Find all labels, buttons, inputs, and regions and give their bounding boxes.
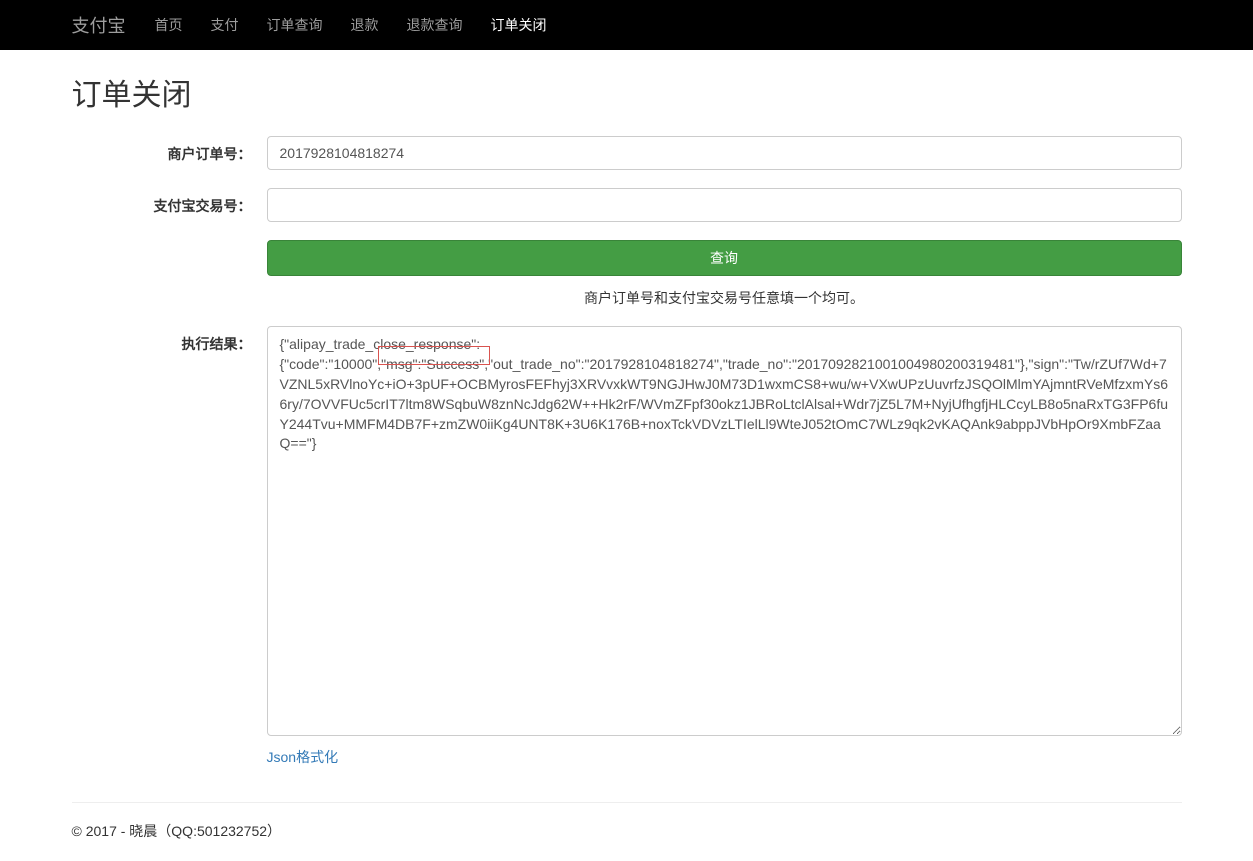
merchant-order-label: 商户订单号： bbox=[72, 136, 267, 170]
nav-item-refund-query[interactable]: 退款查询 bbox=[393, 1, 477, 49]
footer-divider bbox=[72, 802, 1182, 803]
footer-text: © 2017 - 晓晨（QQ:501232752） bbox=[72, 821, 1182, 861]
submit-button[interactable]: 查询 bbox=[267, 240, 1182, 276]
nav-item-order-close[interactable]: 订单关闭 bbox=[477, 1, 561, 49]
page-title: 订单关闭 bbox=[72, 70, 1182, 114]
alipay-trade-label: 支付宝交易号： bbox=[72, 188, 267, 222]
nav-item-order-query[interactable]: 订单查询 bbox=[253, 1, 337, 49]
result-textarea[interactable] bbox=[267, 326, 1182, 736]
nav-item-home[interactable]: 首页 bbox=[141, 1, 197, 49]
nav-item-refund[interactable]: 退款 bbox=[337, 1, 393, 49]
result-label: 执行结果： bbox=[72, 326, 267, 767]
json-format-link[interactable]: Json格式化 bbox=[267, 747, 339, 767]
navbar-brand[interactable]: 支付宝 bbox=[72, 0, 141, 50]
navbar: 支付宝 首页 支付 订单查询 退款 退款查询 订单关闭 bbox=[0, 0, 1253, 50]
nav-item-pay[interactable]: 支付 bbox=[197, 1, 253, 49]
help-text: 商户订单号和支付宝交易号任意填一个均可。 bbox=[267, 288, 1182, 308]
merchant-order-input[interactable] bbox=[267, 136, 1182, 170]
alipay-trade-input[interactable] bbox=[267, 188, 1182, 222]
